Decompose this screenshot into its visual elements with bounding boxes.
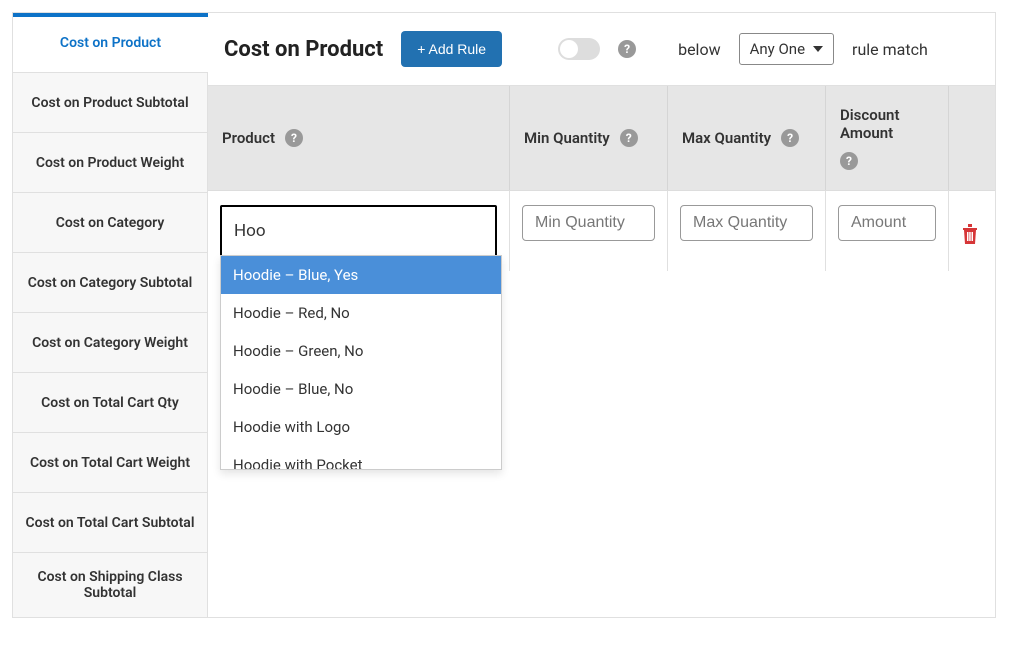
dropdown-item[interactable]: Hoodie with Pocket: [221, 446, 501, 470]
rule-match-value: Any One: [750, 40, 805, 58]
help-icon[interactable]: ?: [781, 129, 799, 147]
sidebar-item-cost-on-category-weight[interactable]: Cost on Category Weight: [13, 313, 208, 373]
sidebar-item-cost-on-category-subtotal[interactable]: Cost on Category Subtotal: [13, 253, 208, 313]
min-quantity-input[interactable]: [522, 205, 655, 241]
help-icon[interactable]: ?: [620, 129, 638, 147]
amount-input[interactable]: [838, 205, 936, 241]
delete-row-button[interactable]: [949, 191, 991, 271]
product-dropdown: Hoodie – Blue, Yes Hoodie – Red, No Hood…: [220, 255, 502, 470]
help-icon[interactable]: ?: [285, 129, 303, 147]
main-content: Cost on Product + Add Rule ? below Any O…: [208, 13, 995, 617]
dropdown-item[interactable]: Hoodie – Green, No: [221, 332, 501, 370]
column-product-label: Product: [222, 129, 275, 147]
sidebar-item-cost-on-product[interactable]: Cost on Product: [13, 13, 208, 73]
sidebar-item-cost-on-product-weight[interactable]: Cost on Product Weight: [13, 133, 208, 193]
dropdown-item[interactable]: Hoodie – Blue, Yes: [221, 256, 501, 294]
table-row: Hoo Hoodie – Blue, Yes Hoodie – Red, No …: [208, 191, 995, 271]
add-rule-button[interactable]: + Add Rule: [401, 31, 502, 67]
column-max-label: Max Quantity: [682, 129, 771, 147]
header-row: Cost on Product + Add Rule ? below Any O…: [208, 13, 995, 86]
column-discount-label: Discount Amount: [840, 106, 934, 142]
sidebar-item-cost-on-total-cart-subtotal[interactable]: Cost on Total Cart Subtotal: [13, 493, 208, 553]
sidebar-item-cost-on-total-cart-qty[interactable]: Cost on Total Cart Qty: [13, 373, 208, 433]
rule-toggle[interactable]: [558, 38, 600, 60]
admin-panel: Cost on Product Cost on Product Subtotal…: [12, 12, 996, 618]
rule-match-label: rule match: [852, 40, 928, 59]
rule-match-select[interactable]: Any One: [739, 33, 834, 65]
product-search-input[interactable]: Hoo: [220, 205, 497, 257]
sidebar-item-cost-on-shipping-class-subtotal[interactable]: Cost on Shipping Class Subtotal: [13, 553, 208, 617]
sidebar-item-cost-on-category[interactable]: Cost on Category: [13, 193, 208, 253]
help-icon[interactable]: ?: [840, 152, 858, 170]
chevron-down-icon: [813, 46, 823, 52]
help-icon[interactable]: ?: [618, 40, 636, 58]
sidebar-item-cost-on-total-cart-weight[interactable]: Cost on Total Cart Weight: [13, 433, 208, 493]
dropdown-item[interactable]: Hoodie – Blue, No: [221, 370, 501, 408]
page-title: Cost on Product: [224, 37, 383, 62]
dropdown-item[interactable]: Hoodie – Red, No: [221, 294, 501, 332]
table-header: Product ? Min Quantity ? Max Quantity ? …: [208, 86, 995, 191]
sidebar: Cost on Product Cost on Product Subtotal…: [13, 13, 208, 617]
trash-icon: [961, 224, 979, 244]
dropdown-item[interactable]: Hoodie with Logo: [221, 408, 501, 446]
column-min-label: Min Quantity: [524, 129, 610, 147]
max-quantity-input[interactable]: [680, 205, 813, 241]
below-label: below: [678, 40, 721, 59]
sidebar-item-cost-on-product-subtotal[interactable]: Cost on Product Subtotal: [13, 73, 208, 133]
